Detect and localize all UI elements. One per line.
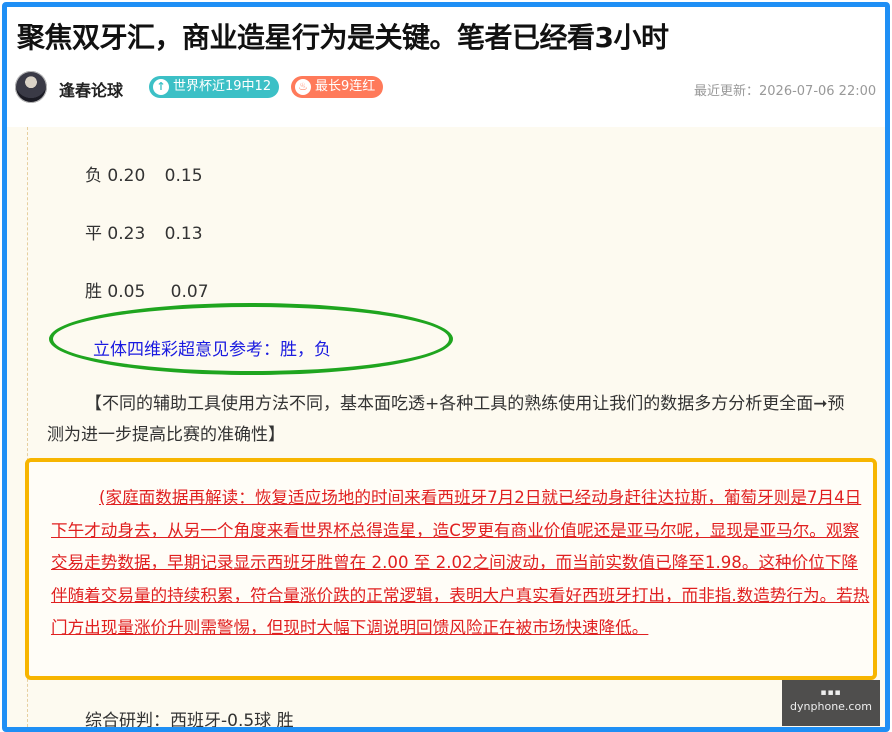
odds-value: 0.20 [107, 166, 146, 186]
article-body: 负 0.20 0.15 平 0.23 0.13 胜 0.05 0.07 立体四维… [7, 127, 885, 727]
odds-row-loss: 负 0.20 0.15 [85, 161, 203, 186]
record-badge-label: 世界杯近19中12 [173, 79, 272, 94]
author-avatar[interactable] [15, 71, 47, 103]
watermark-glyphs: ▪▪▪ [820, 688, 842, 698]
odds-label: 胜 [85, 282, 102, 302]
record-badge: ↑ 世界杯近19中12 [149, 76, 280, 98]
tools-note: 【不同的辅助工具使用方法不同，基本面吃透+各种工具的熟练使用让我们的数据多方分析… [47, 394, 845, 445]
expert-pick: 立体四维彩超意见参考：胜，负 [93, 340, 331, 360]
odds-label: 平 [85, 224, 102, 244]
odds-row-win: 胜 0.05 0.07 [85, 277, 209, 302]
odds-label: 负 [85, 166, 102, 186]
odds-value: 0.23 [107, 224, 146, 244]
odds-value: 0.05 [107, 282, 146, 302]
article-title: 聚焦双牙汇，商业造星行为是关键。笔者已经看3小时 [17, 21, 669, 54]
odds-row-draw: 平 0.23 0.13 [85, 219, 203, 244]
final-verdict: 综合研判：西班牙-0.5球 胜 [85, 711, 294, 727]
thumb-up-icon: ↑ [153, 79, 169, 95]
author-meta-row: 逢春论球 ↑ 世界杯近19中12 ♨ 最长9连红 最近更新：2026-07-06… [15, 69, 885, 105]
odds-value: 0.07 [170, 282, 209, 302]
odds-value: 0.15 [164, 166, 203, 186]
author-name[interactable]: 逢春论球 [59, 77, 123, 101]
analysis-highlight-box: (家庭面数据再解读：恢复适应场地的时间来看西班牙7月2日就已经动身赶往达拉斯，葡… [25, 458, 877, 680]
fire-icon: ♨ [295, 79, 311, 95]
streak-badge: ♨ 最长9连红 [291, 76, 384, 98]
watermark-logo: ▪▪▪ dynphone.com [782, 680, 880, 726]
watermark-site: dynphone.com [790, 700, 872, 713]
analysis-text: (家庭面数据再解读：恢复适应场地的时间来看西班牙7月2日就已经动身赶往达拉斯，葡… [51, 488, 870, 637]
streak-badge-label: 最长9连红 [315, 79, 376, 94]
screenshot-frame: 聚焦双牙汇，商业造星行为是关键。笔者已经看3小时 逢春论球 ↑ 世界杯近19中1… [2, 2, 890, 732]
last-updated: 最近更新：2026-07-06 22:00 [694, 84, 877, 99]
odds-value: 0.13 [164, 224, 203, 244]
